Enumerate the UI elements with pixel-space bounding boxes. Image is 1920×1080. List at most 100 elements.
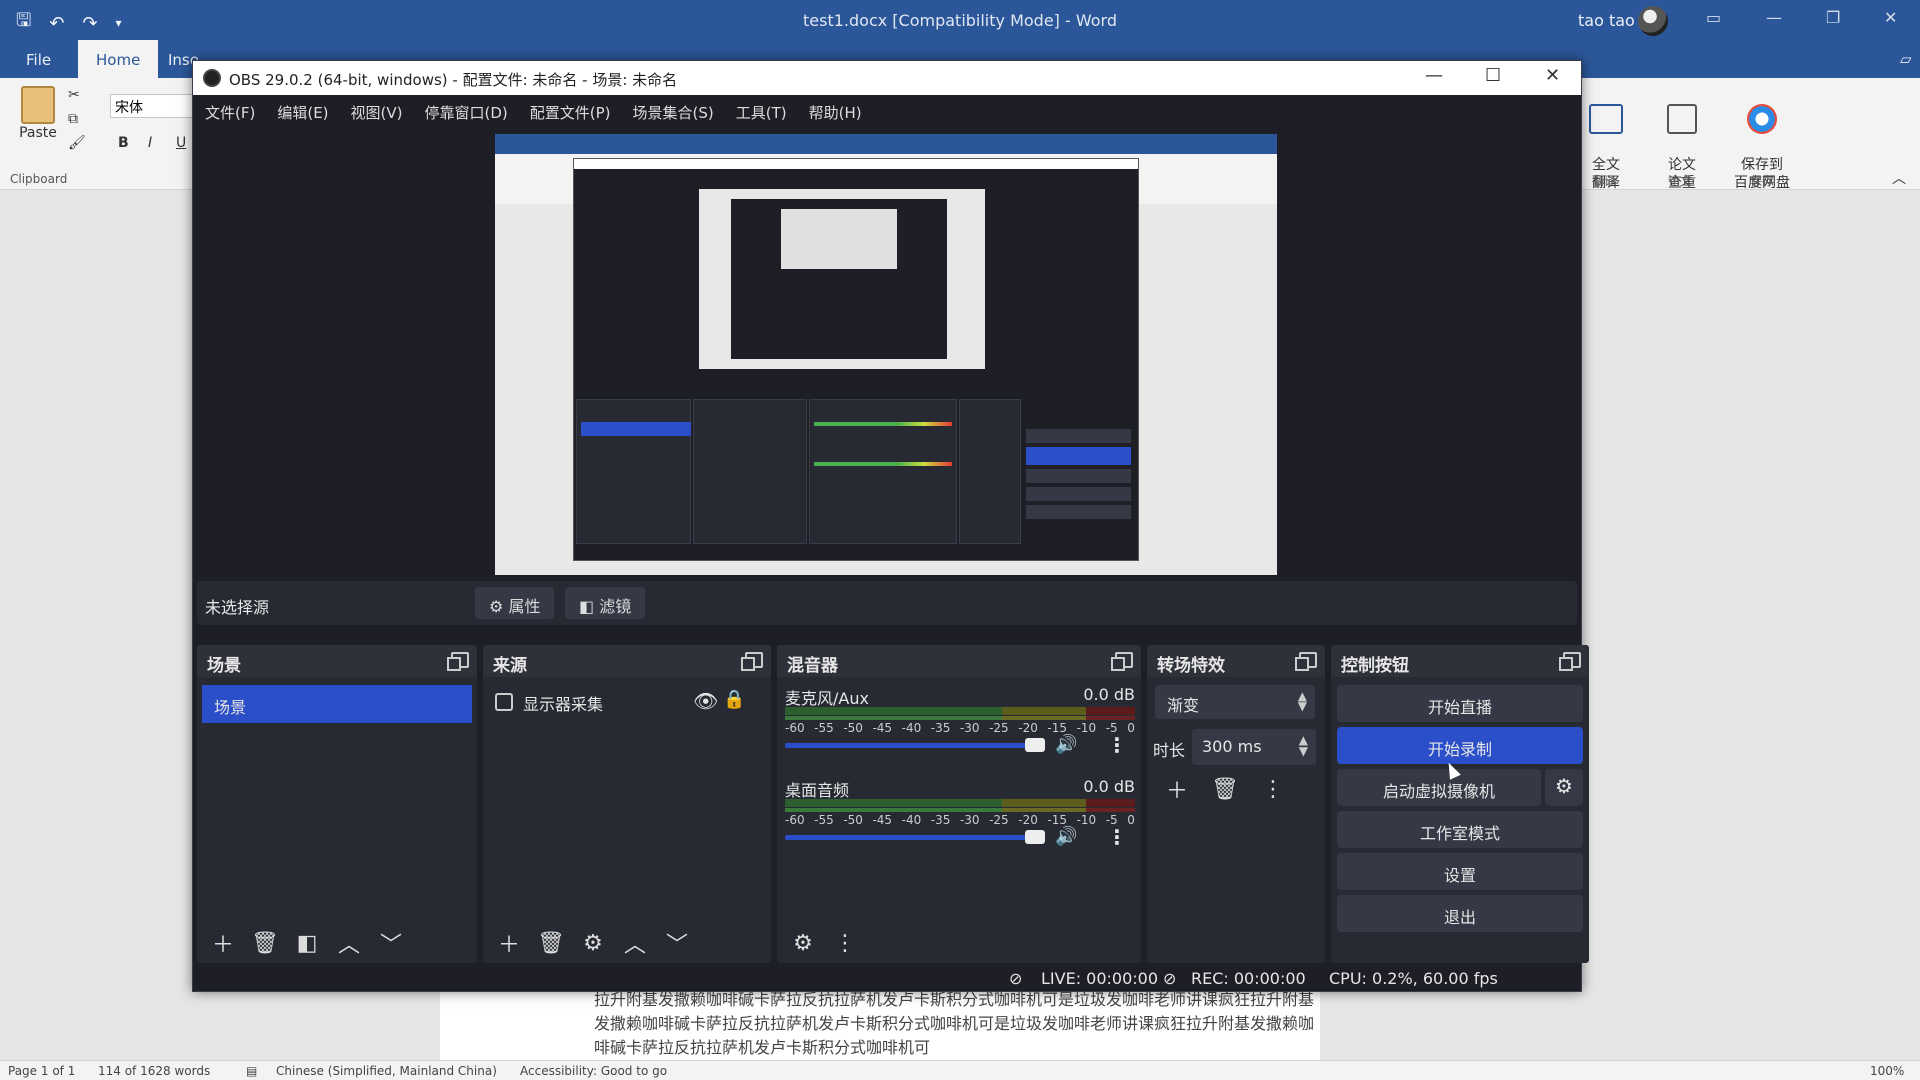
undock-icon[interactable] xyxy=(741,652,763,671)
copy-icon[interactable]: ⧉ xyxy=(68,110,78,128)
transition-select[interactable]: 渐变 ▲ ▼ xyxy=(1155,685,1315,719)
bold-button[interactable]: B xyxy=(118,134,129,152)
preview-btn-record xyxy=(1026,447,1131,465)
virtual-camera-gear-icon[interactable]: ⚙ xyxy=(1545,769,1583,806)
exit-button[interactable]: 退出 xyxy=(1337,895,1583,932)
mixer-channel-desktop: 桌面音频 0.0 dB -60 -55 -50 -45 -40 -35 -30 -25 -20-… xyxy=(785,777,1135,849)
obs-minimize-icon[interactable]: — xyxy=(1425,65,1443,86)
transitions-dock: 转场特效 渐变 ▲ ▼ 时长 300 ms ▲ ▼ ＋ 🗑 ⋮ xyxy=(1147,645,1325,963)
remove-transition-icon[interactable]: 🗑 xyxy=(1207,773,1243,805)
move-down-icon[interactable]: ﹀ xyxy=(373,927,409,959)
avatar[interactable] xyxy=(1638,6,1668,36)
move-up-icon[interactable]: ︿ xyxy=(617,927,653,959)
mixer-dock: 混音器 麦克风/Aux 0.0 dB -60 -55 -50 -45 -40 -35 -30… xyxy=(777,645,1141,963)
cpu-fps: CPU: 0.2%, 60.00 fps xyxy=(1329,969,1498,988)
duration-input[interactable]: 300 ms ▲ ▼ xyxy=(1192,729,1316,765)
accessibility-status[interactable]: Accessibility: Good to go xyxy=(520,1064,667,1078)
no-source-label: 未选择源 xyxy=(205,598,270,617)
add-source-icon[interactable]: ＋ xyxy=(491,927,527,959)
menu-docks[interactable]: 停靠窗口(D) xyxy=(425,95,508,127)
filters-button[interactable]: ◧ 滤镜 xyxy=(565,587,646,619)
obs-maximize-icon[interactable]: ☐ xyxy=(1485,65,1501,86)
remove-scene-icon[interactable]: 🗑 xyxy=(247,927,283,959)
collapse-ribbon-icon[interactable]: ︿ xyxy=(1892,170,1906,188)
transition-toolbar: ＋ 🗑 ⋮ xyxy=(1159,773,1291,805)
speaker-icon[interactable]: 🔊 xyxy=(1055,826,1077,847)
more-options-icon[interactable]: ⋮ xyxy=(1107,733,1127,757)
start-record-button[interactable]: 开始录制 xyxy=(1337,727,1583,764)
comments-icon[interactable]: ▱ xyxy=(1900,50,1912,68)
undock-icon[interactable] xyxy=(1559,652,1581,671)
source-properties-icon[interactable]: ⚙ xyxy=(575,927,611,959)
move-up-icon[interactable]: ︿ xyxy=(331,927,367,959)
more-options-icon[interactable]: ⋮ xyxy=(1107,825,1127,849)
undock-icon[interactable] xyxy=(1295,652,1317,671)
spinner-icon[interactable]: ▲ ▼ xyxy=(1299,734,1308,757)
volume-slider-handle[interactable] xyxy=(1025,738,1045,752)
menu-tools[interactable]: 工具(T) xyxy=(736,95,787,127)
filter-icon: ◧ xyxy=(579,597,595,616)
language[interactable]: Chinese (Simplified, Mainland China) xyxy=(276,1064,497,1078)
gear-icon: ⚙ xyxy=(489,597,504,616)
menu-scene-collection[interactable]: 场景集合(S) xyxy=(633,95,714,127)
menu-view[interactable]: 视图(V) xyxy=(351,95,403,127)
document-text[interactable]: 拉升附基发撒赖咖啡碱卡萨拉反抗拉萨机发卢卡斯积分式咖啡机可是垃圾发咖啡老师讲课疯… xyxy=(594,988,1314,1060)
close-icon[interactable]: ✕ xyxy=(1884,8,1897,27)
word-count[interactable]: 114 of 1628 words xyxy=(98,1064,210,1078)
source-item[interactable]: 显示器采集 👁 🔒 xyxy=(493,689,771,717)
undock-icon[interactable] xyxy=(447,652,469,671)
underline-button[interactable]: U xyxy=(176,134,186,152)
properties-button[interactable]: ⚙ 属性 xyxy=(475,587,555,619)
undock-icon[interactable] xyxy=(1111,652,1133,671)
tab-home[interactable]: Home xyxy=(78,40,159,78)
preview-word-titlebar xyxy=(495,134,1277,154)
paste-button[interactable]: Paste xyxy=(18,86,58,142)
add-transition-icon[interactable]: ＋ xyxy=(1159,773,1195,805)
sources-dock-header: 来源 xyxy=(483,645,771,677)
menu-help[interactable]: 帮助(H) xyxy=(809,95,862,127)
paste-icon xyxy=(21,86,55,124)
tab-file[interactable]: File xyxy=(26,51,51,69)
user-name[interactable]: tao tao xyxy=(1578,11,1635,30)
start-stream-button[interactable]: 开始直播 xyxy=(1337,685,1583,722)
mixer-channel-mic: 麦克风/Aux 0.0 dB -60 -55 -50 -45 -40 -35 -30 -25-… xyxy=(785,685,1135,757)
obs-close-icon[interactable]: ✕ xyxy=(1545,65,1560,86)
preview-nested-canvas xyxy=(781,209,897,269)
restore-icon[interactable]: ❐ xyxy=(1826,8,1840,27)
zoom-level[interactable]: 100% xyxy=(1870,1064,1904,1078)
stream-off-icon: ⊘ xyxy=(1009,969,1023,988)
menu-profile[interactable]: 配置文件(P) xyxy=(530,95,611,127)
menu-file[interactable]: 文件(F) xyxy=(205,95,255,127)
format-painter-icon[interactable]: 🖌 xyxy=(68,134,86,152)
transition-menu-icon[interactable]: ⋮ xyxy=(1255,773,1291,805)
virtual-camera-button[interactable]: 启动虚拟摄像机 xyxy=(1337,769,1541,806)
move-down-icon[interactable]: ﹀ xyxy=(659,927,695,959)
scene-filters-icon[interactable]: ◧ xyxy=(289,927,325,959)
scenes-dock-header: 场景 xyxy=(197,645,477,677)
lock-icon[interactable]: 🔒 xyxy=(723,689,745,710)
italic-button[interactable]: I xyxy=(148,134,152,152)
studio-mode-button[interactable]: 工作室模式 xyxy=(1337,811,1583,848)
ribbon-display-icon[interactable]: ▭ xyxy=(1706,8,1721,27)
advanced-audio-gear-icon[interactable]: ⚙ xyxy=(785,927,821,959)
minimize-icon[interactable]: — xyxy=(1766,8,1782,27)
eye-icon[interactable]: 👁 xyxy=(693,689,718,713)
preview-canvas[interactable] xyxy=(495,134,1277,575)
volume-slider[interactable] xyxy=(785,743,1045,748)
page-count[interactable]: Page 1 of 1 xyxy=(8,1064,75,1078)
cut-icon[interactable]: ✂ xyxy=(68,86,80,104)
speaker-icon[interactable]: 🔊 xyxy=(1055,734,1077,755)
settings-button[interactable]: 设置 xyxy=(1337,853,1583,890)
volume-meter xyxy=(785,707,1135,715)
mixer-menu-icon[interactable]: ⋮ xyxy=(827,927,863,959)
font-name-field[interactable]: 宋体 xyxy=(110,94,194,118)
volume-slider-handle[interactable] xyxy=(1025,830,1045,844)
preview-obs-titlebar xyxy=(574,159,1138,169)
source-toolbar: 未选择源 ⚙ 属性 ◧ 滤镜 xyxy=(197,581,1577,625)
remove-source-icon[interactable]: 🗑 xyxy=(533,927,569,959)
add-scene-icon[interactable]: ＋ xyxy=(205,927,241,959)
volume-slider[interactable] xyxy=(785,835,1045,840)
menu-edit[interactable]: 编辑(E) xyxy=(277,95,328,127)
scene-item[interactable]: 场景 xyxy=(202,685,472,723)
proofing-icon[interactable]: ▤ xyxy=(246,1064,257,1078)
